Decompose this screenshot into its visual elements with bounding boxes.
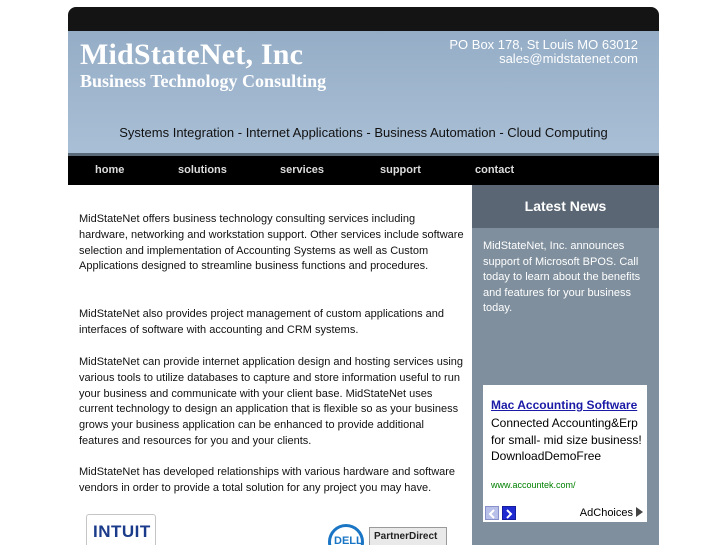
ad-title-link[interactable]: Mac Accounting Software — [491, 398, 637, 412]
chevron-right-icon — [506, 509, 513, 519]
services-line: Systems Integration - Internet Applicati… — [119, 125, 608, 140]
adchoices-icon — [636, 507, 643, 517]
email-address[interactable]: sales@midstatenet.com — [499, 52, 638, 66]
site-title[interactable]: MidStateNet, Inc — [80, 38, 303, 72]
internet-applications-paragraph: MidStateNet can provide internet applica… — [79, 356, 464, 447]
nav-services[interactable]: services — [280, 164, 324, 176]
ad-body[interactable]: Connected Accounting&Erp for small- mid … — [491, 415, 643, 465]
intuit-logo-text: INTUIT — [93, 522, 151, 541]
vendor-relationships-paragraph: MidStateNet has developed relationships … — [79, 466, 456, 494]
ad-choices-link[interactable]: AdChoices — [580, 507, 643, 519]
latest-news-header: Latest News — [472, 185, 659, 228]
dell-logo-text: DELL — [334, 535, 363, 545]
news-item: MidStateNet, Inc. announces support of M… — [483, 240, 641, 314]
ad-prev-button[interactable] — [485, 506, 499, 520]
top-bar — [68, 7, 659, 31]
main-nav: home solutions services support contact — [68, 153, 659, 185]
site-tagline: Business Technology Consulting — [80, 71, 327, 91]
sidebar: Latest News MidStateNet, Inc. announces … — [472, 185, 659, 545]
intuit-logo: INTUIT — [86, 514, 156, 545]
nav-home[interactable]: home — [95, 164, 124, 176]
ad-url[interactable]: www.accountek.com/ — [491, 480, 576, 490]
ad-next-button[interactable] — [502, 506, 516, 520]
partner-direct-label: PartnerDirect — [374, 531, 438, 542]
main-content: MidStateNet offers business technology c… — [68, 185, 472, 545]
header-banner: MidStateNet, Inc Business Technology Con… — [68, 31, 659, 153]
nav-solutions[interactable]: solutions — [178, 164, 227, 176]
ad-block[interactable]: Mac Accounting Software Connected Accoun… — [483, 385, 647, 522]
ad-choices-label: AdChoices — [579, 507, 633, 519]
address: PO Box 178, St Louis MO 63012 — [449, 37, 638, 52]
latest-news-heading: Latest News — [524, 198, 607, 214]
intro-paragraph: MidStateNet offers business technology c… — [79, 213, 464, 273]
page-wrapper: MidStateNet, Inc Business Technology Con… — [68, 7, 659, 545]
chevron-left-icon — [488, 509, 495, 519]
partner-direct-badge: PartnerDirect — [369, 527, 447, 545]
project-management-paragraph: MidStateNet also provides project manage… — [79, 308, 445, 336]
nav-support[interactable]: support — [380, 164, 421, 176]
nav-contact[interactable]: contact — [475, 164, 514, 176]
